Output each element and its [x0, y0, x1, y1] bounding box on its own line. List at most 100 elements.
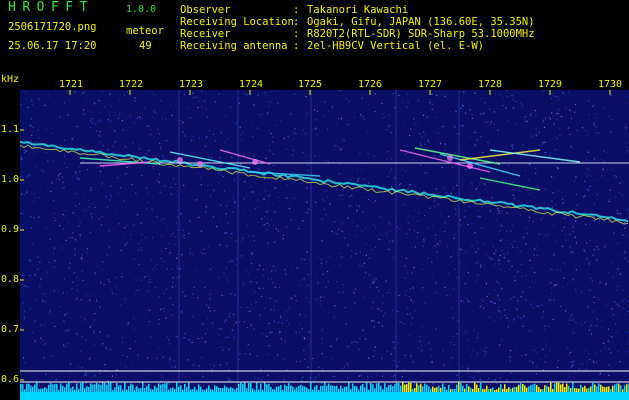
level-spike	[610, 389, 612, 392]
level-spike	[510, 388, 512, 392]
level-spike	[176, 382, 178, 392]
level-spike	[586, 388, 588, 392]
level-spike	[196, 389, 198, 392]
app-title: HROFFT	[8, 0, 94, 15]
level-spike	[270, 386, 272, 392]
level-spike	[574, 388, 576, 392]
level-spike	[284, 384, 286, 392]
level-spike	[276, 386, 278, 392]
level-spike	[156, 387, 158, 392]
level-spike	[254, 389, 256, 392]
level-spike	[376, 383, 378, 392]
level-spike	[166, 382, 168, 392]
level-spike	[328, 383, 330, 392]
level-spike	[170, 388, 172, 392]
level-spike	[300, 384, 302, 392]
level-spike	[88, 386, 90, 392]
level-spike	[236, 387, 238, 392]
level-spike	[124, 382, 126, 392]
level-spike	[168, 389, 170, 392]
level-spike	[366, 382, 368, 392]
axis-tick-marks	[20, 90, 611, 381]
level-spike	[590, 386, 592, 392]
level-spike	[304, 386, 306, 392]
meteor-count: 49	[139, 40, 152, 52]
level-spike	[298, 385, 300, 392]
level-spike	[330, 385, 332, 392]
level-spike	[152, 389, 154, 392]
x-tick-label: 1726	[358, 79, 383, 90]
level-spike	[554, 383, 556, 392]
level-spike	[200, 386, 202, 392]
level-spike	[452, 388, 454, 392]
header-panel: HROFFT 1.0.0 2506171720.png meteor 25.06…	[0, 0, 629, 72]
level-spike	[204, 389, 206, 392]
level-spike	[248, 383, 250, 392]
level-spike	[540, 388, 542, 392]
level-spike	[478, 388, 480, 392]
level-spike	[76, 383, 78, 392]
level-spike	[52, 384, 54, 392]
level-spike	[72, 386, 74, 392]
level-spike	[446, 389, 448, 392]
level-spike	[92, 384, 94, 392]
level-spike	[414, 388, 416, 392]
level-spike	[40, 388, 42, 392]
level-spike	[380, 385, 382, 392]
level-spike	[136, 386, 138, 392]
level-spike	[178, 386, 180, 392]
level-spike	[242, 383, 244, 392]
y-tick-label: 1.0	[1, 174, 20, 185]
level-spike	[230, 386, 232, 392]
level-spike	[600, 384, 602, 392]
level-spike	[46, 388, 48, 392]
level-spike	[184, 384, 186, 392]
level-spike	[122, 389, 124, 392]
level-spike	[336, 385, 338, 392]
level-spike	[190, 389, 192, 392]
level-spike	[192, 389, 194, 392]
level-spike	[522, 384, 524, 392]
level-spike	[466, 384, 468, 392]
level-spike	[294, 388, 296, 392]
level-spike	[438, 385, 440, 392]
level-spike	[624, 385, 626, 392]
level-spike	[552, 388, 554, 392]
level-spike	[62, 385, 64, 392]
level-spike	[296, 387, 298, 392]
level-spike	[316, 385, 318, 392]
level-spike	[36, 382, 38, 392]
level-spike	[430, 388, 432, 392]
level-spike	[548, 387, 550, 392]
x-tick-label: 1722	[119, 79, 144, 90]
level-spike	[342, 388, 344, 392]
meteor-label: meteor	[126, 25, 164, 37]
level-spike	[322, 385, 324, 392]
level-spike	[158, 383, 160, 392]
level-spike	[222, 388, 224, 392]
level-spike	[128, 386, 130, 392]
level-spike	[160, 384, 162, 392]
level-spike	[142, 382, 144, 392]
level-spike	[490, 388, 492, 392]
timestamp: 25.06.17 17:20	[8, 40, 97, 52]
level-spike	[530, 385, 532, 392]
level-spike	[420, 383, 422, 392]
level-spike	[250, 382, 252, 392]
level-spike	[144, 388, 146, 392]
level-spike	[288, 383, 290, 392]
echo-head	[177, 157, 183, 163]
level-spike	[256, 382, 258, 392]
level-spike	[78, 388, 80, 392]
level-spike	[412, 388, 414, 392]
antenna-value: 2el-HB9CV Vertical (el. E-W)	[307, 40, 485, 52]
level-spike	[616, 383, 618, 392]
level-spike	[526, 387, 528, 392]
level-spike	[474, 382, 476, 392]
level-spike	[608, 386, 610, 392]
echo-head	[467, 163, 473, 169]
level-spike	[96, 383, 98, 392]
level-spike	[232, 388, 234, 392]
level-spike	[614, 384, 616, 392]
level-spike	[454, 389, 456, 392]
